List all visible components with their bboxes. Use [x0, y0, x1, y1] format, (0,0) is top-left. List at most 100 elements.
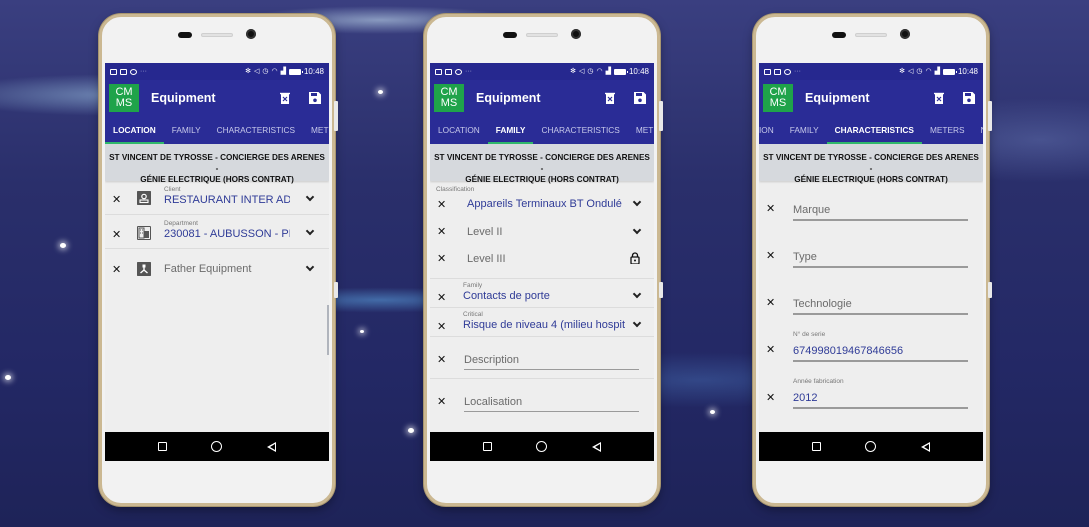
serial-number-field[interactable]: N° de serie ✕ 674998019467846656: [759, 322, 983, 369]
delete-icon[interactable]: [279, 92, 291, 104]
clear-description-button[interactable]: ✕: [437, 353, 446, 366]
department-dropdown-icon[interactable]: [305, 227, 315, 237]
signal-icon: ▟: [934, 68, 940, 75]
type-input[interactable]: Type: [793, 251, 817, 263]
location-banner: ST VINCENT DE TYROSSE - CONCIERGE DES AR…: [759, 144, 983, 184]
description-field[interactable]: ✕ Description: [430, 337, 654, 379]
clear-level3-button[interactable]: ✕: [437, 252, 446, 265]
department-label: Department: [164, 220, 198, 227]
delete-icon[interactable]: [604, 92, 616, 104]
back-button[interactable]: [591, 441, 603, 453]
delete-icon[interactable]: [933, 92, 945, 104]
android-nav-bar: [759, 432, 983, 461]
father-equipment-placeholder: Father Equipment: [164, 263, 252, 275]
scrollbar[interactable]: [327, 305, 329, 355]
hierarchy-icon: [137, 262, 151, 276]
home-button[interactable]: [536, 441, 548, 453]
level1-dropdown-icon[interactable]: [632, 198, 642, 208]
recent-apps-button[interactable]: [156, 441, 168, 453]
level2-dropdown-icon[interactable]: [632, 226, 642, 236]
back-button[interactable]: [920, 441, 932, 453]
classification-label: Classification: [436, 186, 475, 193]
technologie-field[interactable]: ✕ Technologie: [759, 275, 983, 322]
family-field[interactable]: Family ✕ Contacts de porte: [430, 279, 654, 308]
clear-family-button[interactable]: ✕: [437, 291, 446, 304]
tab-location[interactable]: LOCATION: [430, 115, 488, 144]
home-button[interactable]: [211, 441, 223, 453]
classification-level1-value[interactable]: Appareils Terminaux BT Ondulé: [467, 198, 627, 210]
clear-type-button[interactable]: ✕: [766, 249, 775, 262]
type-field[interactable]: ✕ Type: [759, 228, 983, 275]
marque-field[interactable]: ✕ Marque: [759, 181, 983, 228]
save-icon[interactable]: [963, 91, 975, 104]
tab-characteristics[interactable]: CHARACTERISTICS: [209, 115, 303, 144]
screen: ··· ✻ ◁ ◷ ◠ ▟ 10:48 CM MS Equipment: [105, 63, 329, 461]
earpiece: [855, 33, 887, 37]
localisation-field[interactable]: ✕ Localisation: [430, 379, 654, 421]
tab-location[interactable]: ION: [759, 115, 782, 144]
back-button[interactable]: [266, 441, 278, 453]
tab-family[interactable]: FAMILY: [487, 115, 534, 144]
family-dropdown-icon[interactable]: [632, 290, 642, 300]
classification-level3-placeholder[interactable]: Level III: [467, 253, 506, 265]
skype-notification-icon: [784, 68, 791, 75]
clear-marque-button[interactable]: ✕: [766, 202, 775, 215]
tab-characteristics[interactable]: CHARACTERISTICS: [533, 115, 627, 144]
critical-dropdown-icon[interactable]: [632, 319, 642, 329]
wifi-icon: ◠: [596, 68, 603, 75]
page-title: Equipment: [805, 90, 870, 105]
client-field[interactable]: ✕ Client RESTAURANT INTER ADM: [105, 181, 329, 215]
tab-meters[interactable]: METEI: [628, 115, 654, 144]
tab-family[interactable]: FAMILY: [164, 115, 209, 144]
app-bar: CM MS Equipment: [105, 80, 329, 115]
clear-client-button[interactable]: ✕: [112, 193, 121, 206]
family-label: Family: [463, 282, 483, 289]
power-button: [659, 282, 663, 298]
home-button[interactable]: [865, 441, 877, 453]
tab-meters[interactable]: METEI: [303, 115, 329, 144]
technologie-input[interactable]: Technologie: [793, 298, 852, 310]
save-icon[interactable]: [634, 91, 646, 104]
serial-number-input[interactable]: 674998019467846656: [793, 345, 903, 357]
clear-level2-button[interactable]: ✕: [437, 225, 446, 238]
screen: ··· ✻ ◁ ◷ ◠ ▟ 10:48 CM MS Equipment: [759, 63, 983, 461]
tab-family[interactable]: FAMILY: [782, 115, 827, 144]
father-equipment-dropdown-icon[interactable]: [305, 263, 315, 273]
department-field[interactable]: ✕ Department 230081 - AUBUSSON - PE: [105, 215, 329, 249]
background-sparkle: [408, 428, 414, 433]
vibrate-icon: ◁: [578, 68, 585, 75]
clear-department-button[interactable]: ✕: [112, 228, 121, 241]
localisation-input[interactable]: Localisation: [464, 396, 522, 408]
clear-father-equipment-button[interactable]: ✕: [112, 263, 121, 276]
more-notifications-icon: ···: [140, 68, 147, 75]
earpiece: [201, 33, 233, 37]
recent-apps-button[interactable]: [810, 441, 822, 453]
clear-technologie-button[interactable]: ✕: [766, 296, 775, 309]
description-input[interactable]: Description: [464, 354, 519, 366]
status-time: 10:48: [628, 67, 649, 76]
volume-button: [659, 101, 663, 131]
description-underline: [464, 369, 639, 370]
clear-localisation-button[interactable]: ✕: [437, 395, 446, 408]
father-equipment-field[interactable]: ✕ Father Equipment: [105, 249, 329, 287]
clear-serial-number-button[interactable]: ✕: [766, 343, 775, 356]
critical-field[interactable]: Critical ✕ Risque de niveau 4 (milieu ho…: [430, 308, 654, 337]
clear-level1-button[interactable]: ✕: [437, 198, 446, 211]
clear-critical-button[interactable]: ✕: [437, 320, 446, 333]
manufacture-year-input[interactable]: 2012: [793, 392, 817, 404]
tab-characteristics[interactable]: CHARACTERISTICS: [826, 115, 923, 144]
client-dropdown-icon[interactable]: [305, 193, 315, 203]
tab-location[interactable]: LOCATION: [105, 115, 164, 144]
marque-input[interactable]: Marque: [793, 204, 830, 216]
save-icon[interactable]: [309, 91, 321, 104]
tab-meters[interactable]: METERS: [922, 115, 973, 144]
image-notification-icon: [110, 68, 117, 75]
tab-notes[interactable]: NO: [973, 115, 983, 144]
skype-notification-icon: [130, 68, 137, 75]
manufacture-year-field[interactable]: Année fabrication ✕ 2012: [759, 369, 983, 416]
classification-level2-placeholder[interactable]: Level II: [467, 226, 502, 238]
recent-apps-button[interactable]: [481, 441, 493, 453]
clear-manufacture-year-button[interactable]: ✕: [766, 391, 775, 404]
circle-icon: [536, 441, 548, 452]
square-icon: [482, 442, 492, 451]
